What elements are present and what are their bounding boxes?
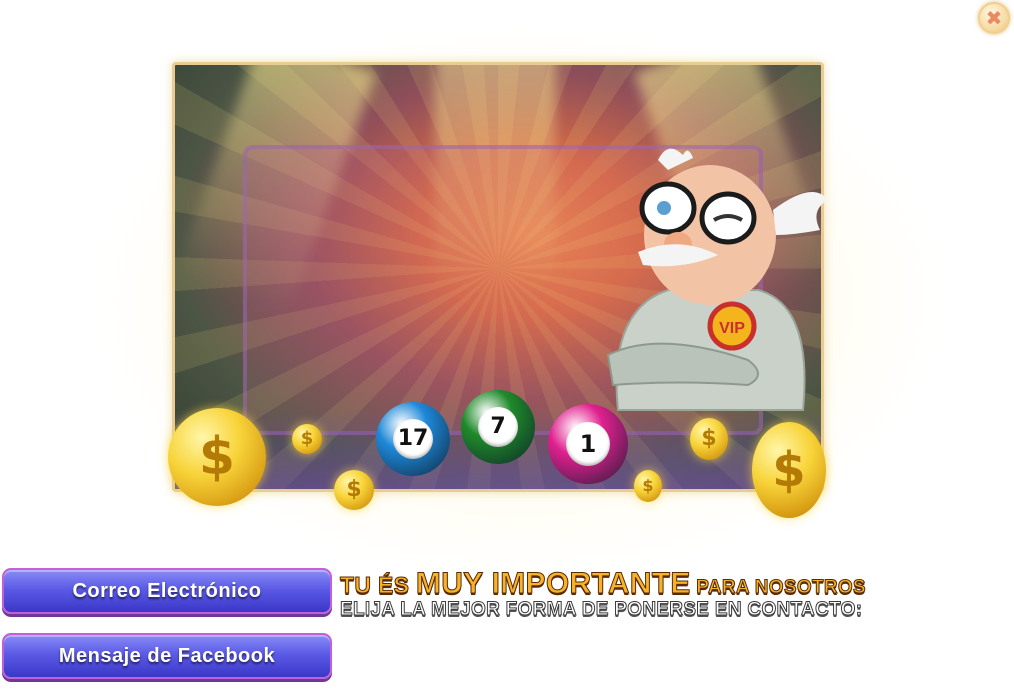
coin-small: $ [690, 418, 728, 460]
bingo-ball-number: 17 [393, 419, 433, 459]
coin-large-left: $ [168, 408, 266, 506]
bingo-ball: 17 [376, 402, 450, 476]
close-button[interactable]: ✖ [978, 2, 1010, 34]
bingo-ball-number: 7 [478, 407, 518, 447]
headline-line-1: TU ÉS MUY IMPORTANTE PARA NOSOTROS [340, 567, 867, 601]
coin-large-right: $ [752, 422, 826, 518]
bingo-ball-number: 1 [566, 422, 610, 466]
coin-small: $ [292, 424, 322, 454]
coin-small: $ [334, 470, 374, 510]
email-contact-button[interactable]: Correo Electrónico [2, 568, 332, 614]
close-icon: ✖ [985, 6, 1003, 30]
bingo-ball: 7 [461, 390, 535, 464]
headline-line-2: ELIJA LA MEJOR FORMA DE PONERSE EN CONTA… [340, 599, 863, 621]
vip-professor-character: VIP [606, 148, 828, 411]
bingo-ball: 1 [548, 404, 628, 484]
vip-badge-text: VIP [719, 320, 745, 337]
facebook-message-button[interactable]: Mensaje de Facebook [2, 633, 332, 679]
coin-small: $ [634, 470, 662, 502]
contact-headline: TU ÉS MUY IMPORTANTE PARA NOSOTROS ELIJA… [340, 567, 960, 621]
